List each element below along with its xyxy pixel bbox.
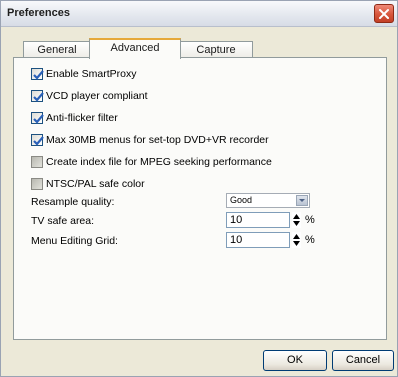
- tv-safe-area-input[interactable]: 10: [226, 212, 290, 228]
- checkmark-icon: [33, 114, 44, 124]
- menu-editing-grid-input[interactable]: 10: [226, 232, 290, 248]
- close-button[interactable]: [374, 4, 394, 23]
- chevron-down-icon: [299, 199, 305, 202]
- vcd-player-compliant-label: VCD player compliant: [46, 90, 148, 102]
- anti-flicker-filter-checkbox[interactable]: [31, 112, 44, 124]
- tv-safe-area-unit: %: [305, 214, 315, 226]
- preferences-dialog: Preferences General Advanced Capture Ena…: [0, 0, 398, 377]
- max-30mb-menus-checkbox[interactable]: [31, 134, 44, 146]
- tab-general-label: General: [37, 44, 77, 56]
- enable-smartproxy-label: Enable SmartProxy: [46, 68, 137, 80]
- resample-quality-label: Resample quality:: [31, 196, 115, 208]
- ok-button-label: OK: [287, 354, 303, 366]
- menu-editing-grid-unit: %: [305, 234, 315, 246]
- enable-smartproxy-option[interactable]: Enable SmartProxy: [31, 67, 136, 81]
- resample-quality-select[interactable]: Good: [226, 193, 310, 208]
- menu-editing-grid-label: Menu Editing Grid:: [31, 235, 118, 247]
- close-icon: [379, 8, 389, 19]
- vcd-player-compliant-checkbox[interactable]: [31, 90, 44, 102]
- checkmark-icon: [33, 136, 44, 146]
- ok-button[interactable]: OK: [263, 350, 327, 371]
- vcd-player-compliant-option[interactable]: VCD player compliant: [31, 89, 148, 103]
- create-index-file-checkbox[interactable]: [31, 156, 43, 168]
- checkmark-icon: [33, 70, 44, 80]
- cancel-button-label: Cancel: [345, 354, 381, 366]
- cancel-button[interactable]: Cancel: [332, 350, 394, 371]
- ntsc-pal-safe-color-label: NTSC/PAL safe color: [46, 178, 145, 190]
- enable-smartproxy-checkbox[interactable]: [31, 68, 44, 80]
- dropdown-arrow-button[interactable]: [296, 195, 308, 206]
- tab-advanced-label: Advanced: [110, 42, 160, 54]
- tab-capture-label: Capture: [196, 44, 236, 56]
- anti-flicker-filter-label: Anti-flicker filter: [46, 112, 118, 124]
- dialog-title: Preferences: [7, 7, 70, 19]
- spinner-arrows-icon: [293, 234, 300, 246]
- max-30mb-menus-option[interactable]: Max 30MB menus for set-top DVD+VR record…: [31, 133, 269, 147]
- ntsc-pal-safe-color-option[interactable]: NTSC/PAL safe color: [31, 177, 145, 191]
- anti-flicker-filter-option[interactable]: Anti-flicker filter: [31, 111, 118, 125]
- menu-editing-grid-value: 10: [230, 234, 243, 246]
- tv-safe-area-value: 10: [230, 214, 243, 226]
- tv-safe-area-spinner[interactable]: [292, 212, 301, 228]
- create-index-file-option[interactable]: Create index file for MPEG seeking perfo…: [31, 155, 272, 169]
- max-30mb-menus-label: Max 30MB menus for set-top DVD+VR record…: [46, 134, 269, 146]
- create-index-file-label: Create index file for MPEG seeking perfo…: [46, 156, 272, 168]
- ntsc-pal-safe-color-checkbox[interactable]: [31, 178, 43, 190]
- spinner-arrows-icon: [293, 214, 300, 226]
- title-bar[interactable]: Preferences: [1, 1, 397, 27]
- tv-safe-area-label: TV safe area:: [31, 215, 95, 227]
- tab-advanced[interactable]: Advanced: [89, 38, 181, 59]
- menu-editing-grid-spinner[interactable]: [292, 232, 301, 248]
- checkmark-icon: [33, 92, 44, 102]
- resample-quality-value: Good: [230, 195, 253, 205]
